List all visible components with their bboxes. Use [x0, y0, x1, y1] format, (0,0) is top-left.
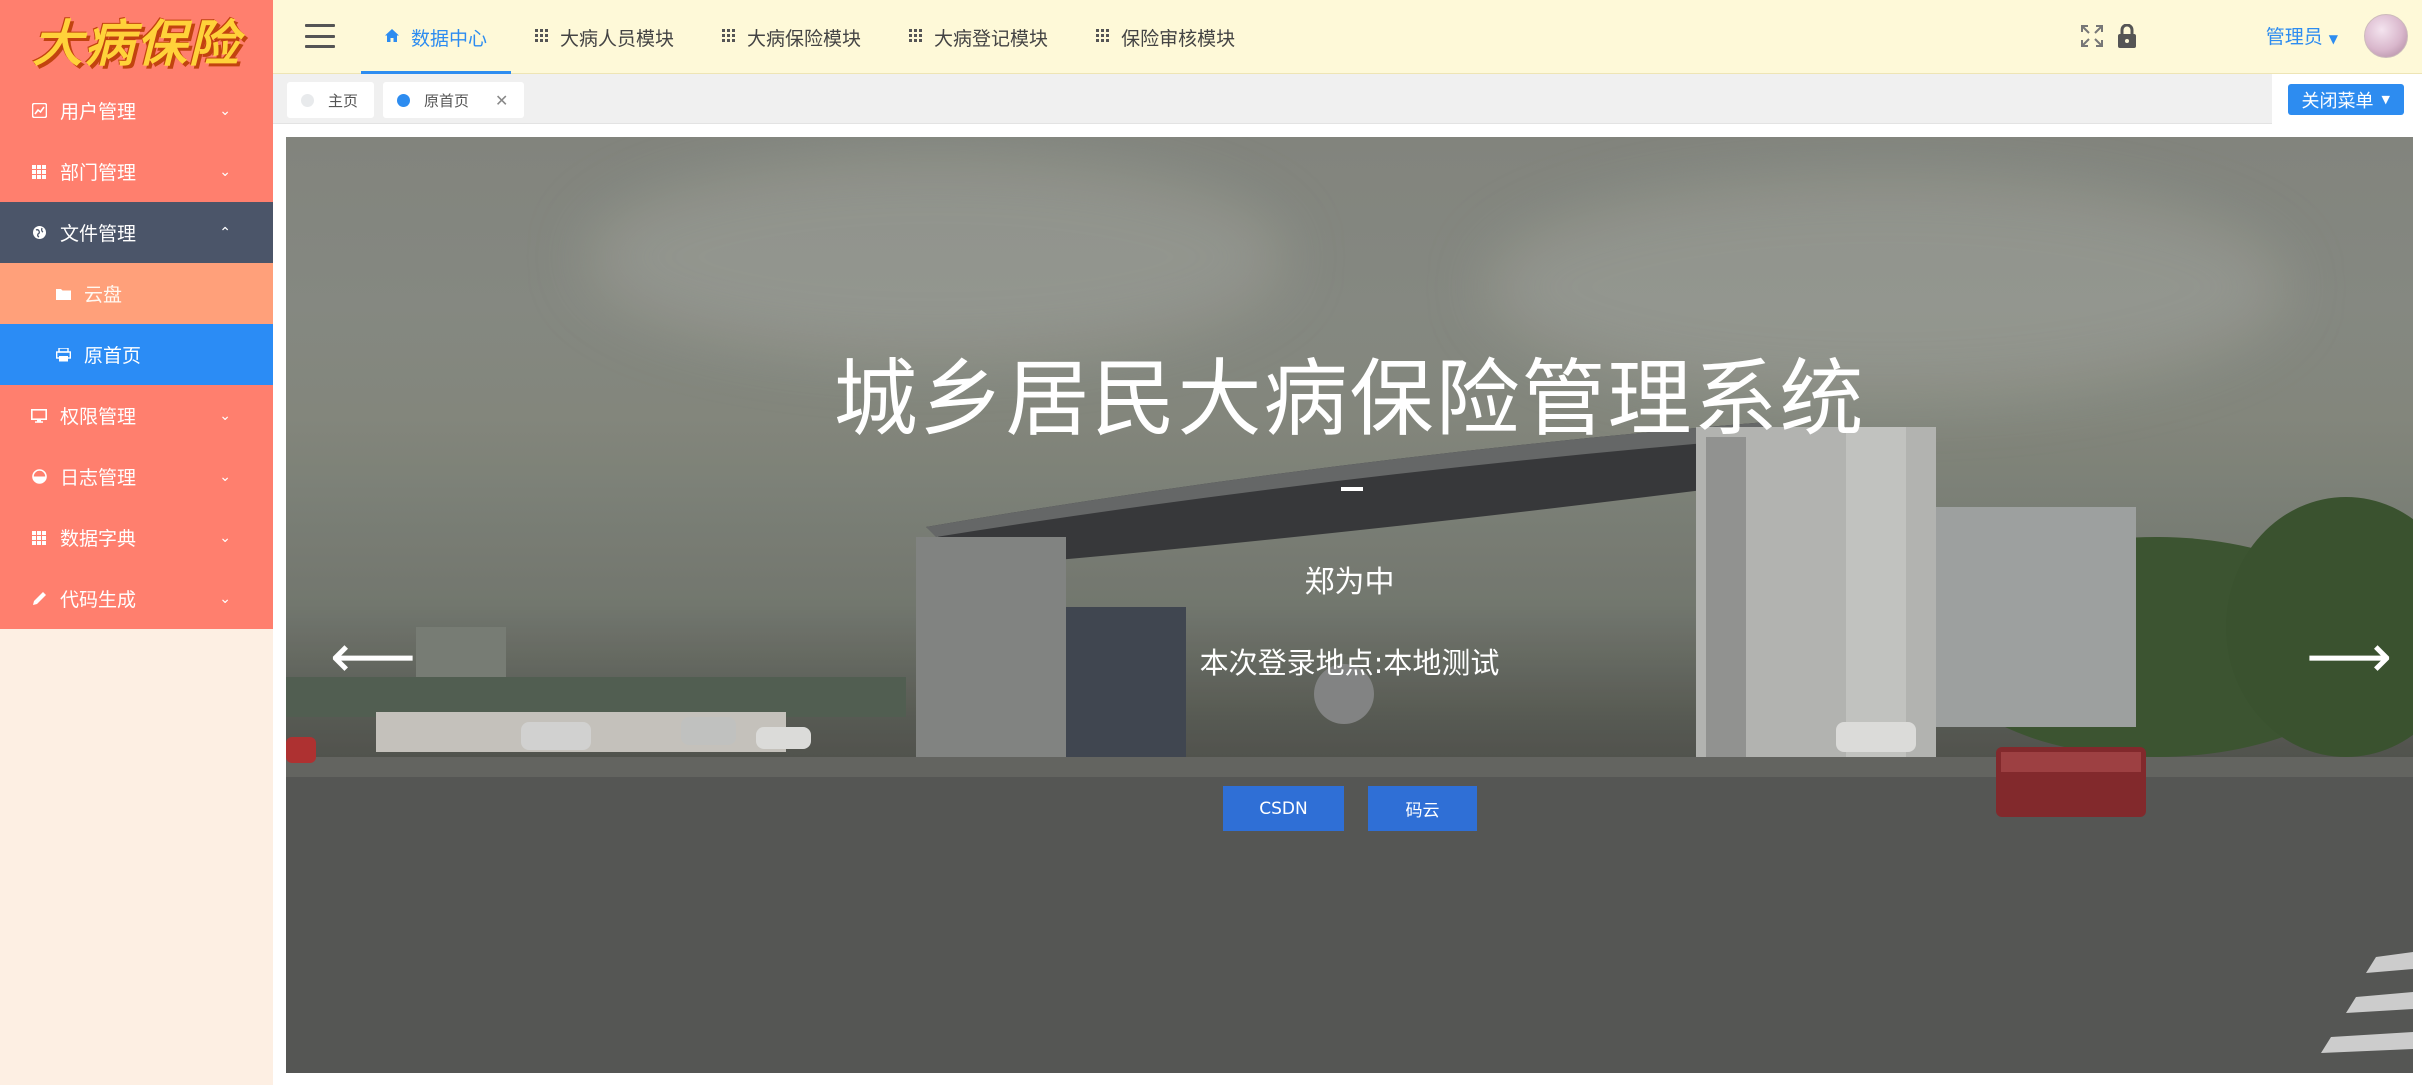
page-tab-home[interactable]: 主页: [287, 82, 375, 118]
grid-icon: [722, 28, 736, 46]
sidebar-item-label: 代码生成: [60, 589, 137, 611]
grid-icon: [30, 529, 48, 547]
hero-banner: 城乡居民大病保险管理系统 郑为中 本次登录地点:本地测试 CSDN 码云 ⟵ ⟶: [286, 137, 2413, 1073]
csdn-button[interactable]: CSDN: [1223, 786, 1344, 831]
grid-icon: [535, 28, 549, 46]
close-icon[interactable]: ✕: [495, 91, 508, 110]
sidebar-item-label: 日志管理: [60, 467, 137, 489]
logo-text: 大病保险: [32, 14, 241, 73]
grid-icon: [1096, 28, 1110, 46]
home-icon: [385, 28, 399, 46]
title-divider: [1341, 487, 1363, 491]
sidebar-item-label: 文件管理: [60, 223, 137, 245]
pencil-icon: [30, 590, 48, 608]
nav-tab-label: 数据中心: [411, 27, 488, 50]
user-chart-icon: [30, 102, 48, 120]
pie-icon: [30, 468, 48, 486]
chevron-down-icon: ⌄: [219, 407, 231, 424]
nav-tab-label: 保险审核模块: [1121, 27, 1236, 50]
sidebar-item-label: 用户管理: [60, 101, 137, 123]
lock-icon[interactable]: [2113, 22, 2141, 50]
tab-dot-icon: [301, 93, 314, 107]
page-tab-original-home[interactable]: 原首页 ✕: [383, 82, 525, 118]
sidebar-item-original-home[interactable]: 原首页: [0, 324, 273, 385]
sidebar-item-cloud-disk[interactable]: 云盘: [0, 263, 273, 324]
tab-dot-icon: [397, 93, 410, 107]
sidebar-item-log-management[interactable]: 日志管理 ⌄: [0, 446, 273, 507]
sidebar-item-label: 部门管理: [60, 162, 137, 184]
banner-overlay: [286, 137, 2413, 1073]
nav-tab-critical-illness-personnel[interactable]: 大病人员模块: [511, 0, 698, 74]
gitee-button[interactable]: 码云: [1368, 786, 1477, 831]
grid-icon: [30, 163, 48, 181]
nav-tab-critical-illness-insurance[interactable]: 大病保险模块: [698, 0, 885, 74]
top-nav: 数据中心 大病人员模块 大病保险模块 大病登记模块 保险审核模块: [361, 0, 1259, 74]
folder-icon: [54, 285, 72, 303]
fullscreen-icon[interactable]: [2078, 22, 2106, 50]
chevron-down-icon: ⌄: [219, 590, 231, 607]
logo: 大病保险: [0, 0, 273, 80]
page-tab-label: 主页: [328, 91, 359, 110]
nav-tab-label: 大病人员模块: [560, 27, 675, 50]
chevron-down-icon: ⌄: [219, 468, 231, 485]
close-menu-area: 关闭菜单 ▼: [2272, 74, 2422, 124]
banner-user-name: 郑为中: [1304, 565, 1395, 600]
user-name: 管理员: [2265, 26, 2323, 48]
user-menu[interactable]: 管理员 ▼: [2266, 22, 2338, 49]
sidebar-item-label: 云盘: [84, 284, 123, 306]
chevron-down-icon: ⌄: [219, 102, 231, 119]
close-menu-label: 关闭菜单: [2301, 90, 2374, 112]
grid-icon: [909, 28, 923, 46]
print-icon: [54, 346, 72, 364]
sidebar-item-label: 权限管理: [60, 406, 137, 428]
sidebar-item-data-dictionary[interactable]: 数据字典 ⌄: [0, 507, 273, 568]
page-tabs-bar: 主页 原首页 ✕ 关闭菜单 ▼: [273, 74, 2422, 124]
page-tab-label: 原首页: [424, 91, 470, 110]
hamburger-menu-icon[interactable]: [305, 24, 335, 48]
prev-arrow-icon[interactable]: ⟵: [330, 627, 416, 687]
nav-tab-label: 大病登记模块: [934, 27, 1049, 50]
caret-down-icon: ▼: [2381, 93, 2390, 106]
sidebar-item-label: 数据字典: [60, 528, 137, 550]
caret-down-icon: ▼: [2328, 32, 2338, 46]
avatar[interactable]: [2364, 14, 2408, 58]
nav-tab-critical-illness-registration[interactable]: 大病登记模块: [885, 0, 1072, 74]
nav-tab-data-center[interactable]: 数据中心: [361, 0, 512, 74]
chevron-down-icon: ⌄: [219, 163, 231, 180]
sidebar-item-label: 原首页: [84, 345, 142, 367]
sidebar-item-file-management[interactable]: 文件管理 ⌃: [0, 202, 273, 263]
banner-title: 城乡居民大病保险管理系统: [833, 350, 1866, 448]
sidebar: 大病保险 用户管理 ⌄ 部门管理 ⌄ 文件管理 ⌃ 云盘 原首页 权限管理 ⌄ …: [0, 0, 273, 1085]
nav-tab-label: 大病保险模块: [747, 27, 862, 50]
top-header: 数据中心 大病人员模块 大病保险模块 大病登记模块 保险审核模块 管理员 ▼: [273, 0, 2422, 74]
globe-icon: [30, 224, 48, 242]
banner-login-location: 本次登录地点:本地测试: [1199, 646, 1500, 680]
monitor-icon: [30, 407, 48, 425]
chevron-up-icon: ⌃: [219, 224, 231, 241]
sidebar-item-permission-management[interactable]: 权限管理 ⌄: [0, 385, 273, 446]
close-menu-button[interactable]: 关闭菜单 ▼: [2287, 84, 2404, 115]
sidebar-item-code-generation[interactable]: 代码生成 ⌄: [0, 568, 273, 629]
next-arrow-icon[interactable]: ⟶: [2306, 627, 2392, 687]
nav-tab-insurance-review[interactable]: 保险审核模块: [1072, 0, 1259, 74]
sidebar-item-user-management[interactable]: 用户管理 ⌄: [0, 80, 273, 141]
chevron-down-icon: ⌄: [219, 529, 231, 546]
sidebar-item-department-management[interactable]: 部门管理 ⌄: [0, 141, 273, 202]
